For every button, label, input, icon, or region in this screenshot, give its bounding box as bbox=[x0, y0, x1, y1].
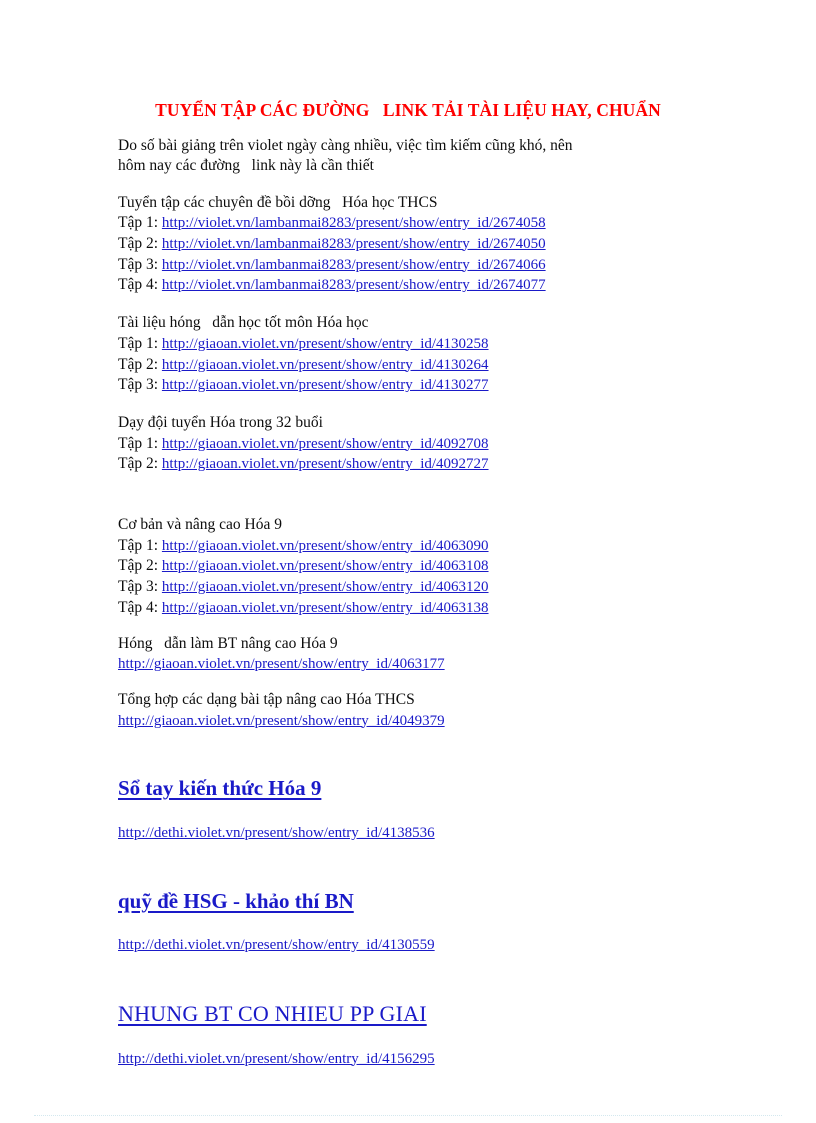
link-label: Tập 3: bbox=[118, 578, 159, 596]
document-link[interactable]: http://dethi.violet.vn/present/show/entr… bbox=[118, 1050, 698, 1070]
link-label: Tập 4: bbox=[118, 276, 159, 294]
link-label: Tập 1: bbox=[118, 213, 159, 231]
link-row: Tập 2: http://giaoan.violet.vn/present/s… bbox=[118, 556, 698, 577]
document-link[interactable]: http://giaoan.violet.vn/present/show/ent… bbox=[162, 538, 489, 554]
document-body: TUYỂN TẬP CÁC ĐƯỜNG LINK TẢI TÀI LIỆU HA… bbox=[118, 100, 698, 1069]
section-heading: Dạy đội tuyển Hóa trong 32 buổi bbox=[118, 414, 323, 432]
link-row: Tập 2: http://violet.vn/lambanmai8283/pr… bbox=[118, 234, 698, 255]
featured-heading[interactable]: quỹ đề HSG - khảo thí BN bbox=[118, 888, 698, 915]
link-row: Tập 4: http://giaoan.violet.vn/present/s… bbox=[118, 598, 698, 619]
link-section-4: Cơ bản và nâng cao Hóa 9 Tập 1: http://g… bbox=[118, 515, 698, 619]
link-row: Tập 2: http://giaoan.violet.vn/present/s… bbox=[118, 355, 698, 376]
document-link[interactable]: http://giaoan.violet.vn/present/show/ent… bbox=[162, 456, 489, 472]
link-section-6: Tổng hợp các dạng bài tập nâng cao Hóa T… bbox=[118, 690, 698, 731]
link-label: Tập 4: bbox=[118, 599, 159, 617]
link-row: Tập 1: http://giaoan.violet.vn/present/s… bbox=[118, 334, 698, 355]
featured-section-2: quỹ đề HSG - khảo thí BN http://dethi.vi… bbox=[118, 888, 698, 956]
document-link[interactable]: http://giaoan.violet.vn/present/show/ent… bbox=[162, 336, 489, 352]
link-section-5: Hóng dẫn làm BT nâng cao Hóa 9 http://gi… bbox=[118, 634, 698, 675]
link-section-1: Tuyển tập các chuyên đề bồi dỡng Hóa học… bbox=[118, 193, 698, 297]
link-row: Tập 3: http://violet.vn/lambanmai8283/pr… bbox=[118, 255, 698, 276]
document-link[interactable]: http://giaoan.violet.vn/present/show/ent… bbox=[162, 377, 489, 393]
link-section-2: Tài liệu hóng dẫn học tốt môn Hóa học Tậ… bbox=[118, 313, 698, 396]
document-link[interactable]: http://giaoan.violet.vn/present/show/ent… bbox=[162, 579, 489, 595]
link-row: Tập 1: http://giaoan.violet.vn/present/s… bbox=[118, 434, 698, 455]
document-link[interactable]: http://giaoan.violet.vn/present/show/ent… bbox=[162, 436, 489, 452]
document-link[interactable]: http://dethi.violet.vn/present/show/entr… bbox=[118, 936, 698, 956]
featured-section-1: Sổ tay kiến thức Hóa 9 http://dethi.viol… bbox=[118, 775, 698, 843]
document-link[interactable]: http://dethi.violet.vn/present/show/entr… bbox=[118, 824, 698, 844]
page-bottom-rule bbox=[34, 1115, 782, 1117]
section-heading: Tuyển tập các chuyên đề bồi dỡng Hóa học… bbox=[118, 193, 438, 211]
link-row: Tập 3: http://giaoan.violet.vn/present/s… bbox=[118, 577, 698, 598]
section-heading: Tổng hợp các dạng bài tập nâng cao Hóa T… bbox=[118, 691, 415, 709]
featured-heading[interactable]: Sổ tay kiến thức Hóa 9 bbox=[118, 775, 698, 802]
document-link[interactable]: http://giaoan.violet.vn/present/show/ent… bbox=[162, 558, 489, 574]
document-link[interactable]: http://violet.vn/lambanmai8283/present/s… bbox=[162, 257, 546, 273]
link-label: Tập 1: bbox=[118, 434, 159, 452]
section-heading: Tài liệu hóng dẫn học tốt môn Hóa học bbox=[118, 314, 369, 332]
document-link[interactable]: http://giaoan.violet.vn/present/show/ent… bbox=[118, 655, 698, 675]
document-page: TUYỂN TẬP CÁC ĐƯỜNG LINK TẢI TÀI LIỆU HA… bbox=[0, 0, 816, 1123]
document-link[interactable]: http://violet.vn/lambanmai8283/present/s… bbox=[162, 215, 546, 231]
document-link[interactable]: http://violet.vn/lambanmai8283/present/s… bbox=[162, 277, 546, 293]
link-label: Tập 2: bbox=[118, 557, 159, 575]
featured-heading[interactable]: NHUNG BT CO NHIEU PP GIAI bbox=[118, 1000, 698, 1029]
link-label: Tập 2: bbox=[118, 234, 159, 252]
link-label: Tập 1: bbox=[118, 536, 159, 554]
section-heading: Cơ bản và nâng cao Hóa 9 bbox=[118, 516, 283, 534]
document-link[interactable]: http://giaoan.violet.vn/present/show/ent… bbox=[162, 357, 489, 373]
link-label: Tập 3: bbox=[118, 255, 159, 273]
link-row: Tập 2: http://giaoan.violet.vn/present/s… bbox=[118, 454, 698, 475]
link-row: Tập 1: http://giaoan.violet.vn/present/s… bbox=[118, 536, 698, 557]
section-heading: Hóng dẫn làm BT nâng cao Hóa 9 bbox=[118, 635, 338, 653]
document-link[interactable]: http://giaoan.violet.vn/present/show/ent… bbox=[118, 712, 698, 732]
intro-paragraph: Do số bài giảng trên violet ngày càng nh… bbox=[118, 136, 573, 174]
link-label: Tập 2: bbox=[118, 355, 159, 373]
page-title: TUYỂN TẬP CÁC ĐƯỜNG LINK TẢI TÀI LIỆU HA… bbox=[155, 100, 661, 120]
document-link[interactable]: http://giaoan.violet.vn/present/show/ent… bbox=[162, 600, 489, 616]
featured-section-3: NHUNG BT CO NHIEU PP GIAI http://dethi.v… bbox=[118, 1000, 698, 1070]
link-label: Tập 3: bbox=[118, 376, 159, 394]
link-label: Tập 2: bbox=[118, 455, 159, 473]
link-label: Tập 1: bbox=[118, 334, 159, 352]
link-row: Tập 4: http://violet.vn/lambanmai8283/pr… bbox=[118, 275, 698, 296]
document-link[interactable]: http://violet.vn/lambanmai8283/present/s… bbox=[162, 236, 546, 252]
link-row: Tập 1: http://violet.vn/lambanmai8283/pr… bbox=[118, 213, 698, 234]
link-row: Tập 3: http://giaoan.violet.vn/present/s… bbox=[118, 375, 698, 396]
link-section-3: Dạy đội tuyển Hóa trong 32 buổi Tập 1: h… bbox=[118, 413, 698, 475]
